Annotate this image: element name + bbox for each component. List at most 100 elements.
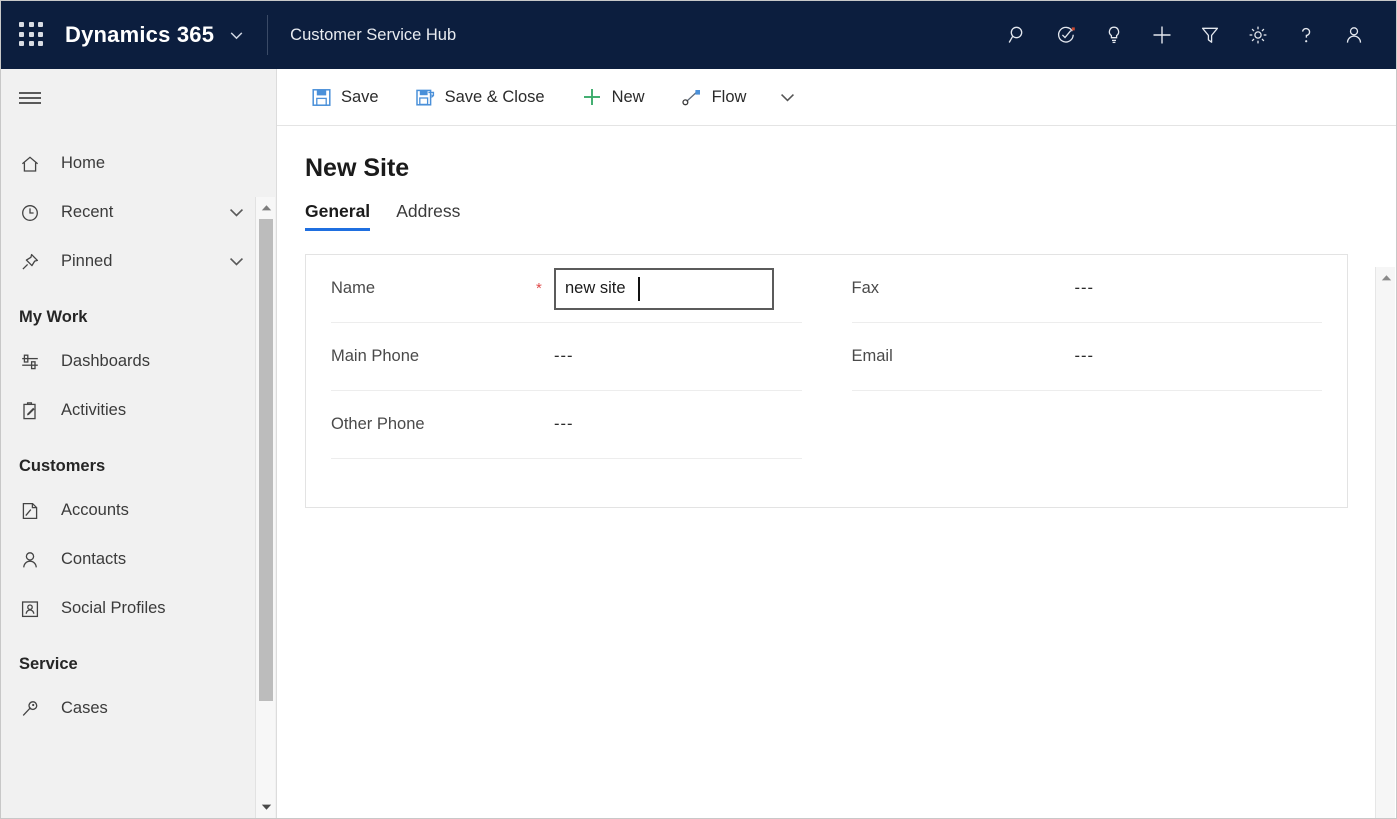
main-panel: Save Save & Close	[277, 69, 1396, 818]
sidebar-group-my-work: My Work	[1, 286, 276, 337]
field-row-email[interactable]: Email ---	[852, 323, 1323, 391]
brand-title[interactable]: Dynamics 365	[61, 22, 214, 48]
form-tabs: General Address	[305, 201, 1396, 231]
gear-icon[interactable]	[1234, 11, 1282, 59]
lightbulb-icon[interactable]	[1090, 11, 1138, 59]
form-scrollbar[interactable]	[1375, 267, 1395, 818]
field-value-fax[interactable]: ---	[1075, 279, 1094, 298]
sidebar-item-label: Accounts	[61, 501, 129, 520]
save-button[interactable]: Save	[299, 78, 391, 116]
sidebar-scrollbar-thumb[interactable]	[259, 219, 273, 701]
sidebar-item-contacts[interactable]: Contacts	[1, 535, 276, 584]
sitemap-sidebar: Home Recent	[1, 69, 277, 818]
scroll-down-arrow-icon[interactable]	[256, 798, 276, 816]
sidebar-item-pinned[interactable]: Pinned	[1, 237, 276, 286]
flow-button-label: Flow	[712, 88, 747, 107]
sidebar-item-dashboards[interactable]: Dashboards	[1, 337, 276, 386]
sidebar-item-label: Activities	[61, 401, 126, 420]
new-button[interactable]: New	[569, 78, 657, 116]
app-window: Dynamics 365 Customer Service Hub	[0, 0, 1397, 819]
sidebar-item-accounts[interactable]: Accounts	[1, 486, 276, 535]
save-and-close-button-label: Save & Close	[445, 88, 545, 107]
sidebar-item-cases[interactable]: Cases	[1, 684, 276, 733]
home-icon	[19, 152, 49, 176]
flow-button[interactable]: Flow	[669, 78, 759, 116]
plus-icon	[581, 86, 603, 108]
sidebar-item-label: Recent	[61, 203, 113, 222]
account-icon	[19, 499, 49, 523]
chevron-down-icon[interactable]	[227, 203, 246, 222]
required-marker-name: *	[536, 280, 554, 297]
new-button-label: New	[612, 88, 645, 107]
name-input[interactable]	[554, 268, 774, 310]
form-section-card: Name * Main Phone ---	[305, 254, 1348, 508]
pin-icon	[19, 250, 49, 274]
chevron-down-icon[interactable]	[227, 252, 246, 271]
top-bar-icon-group	[994, 11, 1396, 59]
contact-icon	[19, 548, 49, 572]
search-icon[interactable]	[994, 11, 1042, 59]
sidebar-item-label: Contacts	[61, 550, 126, 569]
top-navigation-bar: Dynamics 365 Customer Service Hub	[1, 1, 1396, 69]
field-row-name: Name *	[331, 255, 802, 323]
form-content: New Site General Address Name *	[277, 126, 1396, 818]
field-value-main-phone[interactable]: ---	[554, 347, 573, 366]
field-label-email: Email	[852, 347, 1057, 366]
sidebar-item-activities[interactable]: Activities	[1, 386, 276, 435]
save-and-close-icon	[415, 87, 436, 108]
sidebar-group-customers: Customers	[1, 435, 276, 486]
form-column-left: Name * Main Phone ---	[306, 255, 827, 507]
field-row-empty	[852, 459, 1323, 527]
save-icon	[311, 87, 332, 108]
tab-general[interactable]: General	[305, 201, 370, 231]
sidebar-item-label: Social Profiles	[61, 599, 166, 618]
sidebar-scroll-area: Home Recent	[1, 127, 276, 818]
form-column-right: Fax --- Email ---	[827, 255, 1348, 507]
app-name[interactable]: Customer Service Hub	[267, 15, 456, 55]
command-bar: Save Save & Close	[277, 69, 1396, 126]
field-value-other-phone[interactable]: ---	[554, 415, 573, 434]
plus-icon[interactable]	[1138, 11, 1186, 59]
field-row-other-phone[interactable]: Other Phone ---	[331, 391, 802, 459]
chevron-down-icon[interactable]	[228, 27, 245, 44]
save-button-label: Save	[341, 88, 379, 107]
overflow-chevron-down-icon[interactable]	[770, 78, 804, 116]
field-label-name: Name	[331, 279, 536, 298]
field-row-main-phone[interactable]: Main Phone ---	[331, 323, 802, 391]
field-row-fax[interactable]: Fax ---	[852, 255, 1323, 323]
sidebar-item-label: Pinned	[61, 252, 112, 271]
field-value-email[interactable]: ---	[1075, 347, 1094, 366]
sidebar-scrollbar[interactable]	[255, 197, 275, 818]
sidebar-item-home[interactable]: Home	[1, 139, 276, 188]
tab-address[interactable]: Address	[396, 201, 460, 231]
help-icon[interactable]	[1282, 11, 1330, 59]
assistant-icon[interactable]	[1042, 11, 1090, 59]
user-icon[interactable]	[1330, 11, 1378, 59]
text-cursor	[638, 277, 640, 301]
sidebar-group-service: Service	[1, 633, 276, 684]
app-launcher-icon[interactable]	[19, 22, 45, 48]
scroll-up-arrow-icon[interactable]	[1376, 270, 1396, 286]
sidebar-item-recent[interactable]: Recent	[1, 188, 276, 237]
app-body: Home Recent	[1, 69, 1396, 818]
sidebar-item-social-profiles[interactable]: Social Profiles	[1, 584, 276, 633]
clock-icon	[19, 201, 49, 225]
hamburger-icon[interactable]	[1, 69, 276, 127]
sidebar-item-label: Cases	[61, 699, 108, 718]
social-profile-icon	[19, 597, 49, 621]
sidebar-item-label: Home	[61, 154, 105, 173]
field-row-empty	[331, 459, 802, 527]
field-row-empty	[852, 391, 1323, 459]
save-and-close-button[interactable]: Save & Close	[403, 78, 557, 116]
page-title: New Site	[305, 154, 1396, 183]
field-label-main-phone: Main Phone	[331, 347, 536, 366]
field-label-other-phone: Other Phone	[331, 415, 536, 434]
dashboard-icon	[19, 350, 49, 374]
filter-icon[interactable]	[1186, 11, 1234, 59]
scroll-up-arrow-icon[interactable]	[256, 199, 276, 217]
field-label-fax: Fax	[852, 279, 1057, 298]
name-input-wrapper	[554, 268, 774, 310]
sidebar-items: Home Recent	[1, 127, 276, 733]
flow-icon	[681, 87, 703, 107]
case-icon	[19, 697, 49, 721]
